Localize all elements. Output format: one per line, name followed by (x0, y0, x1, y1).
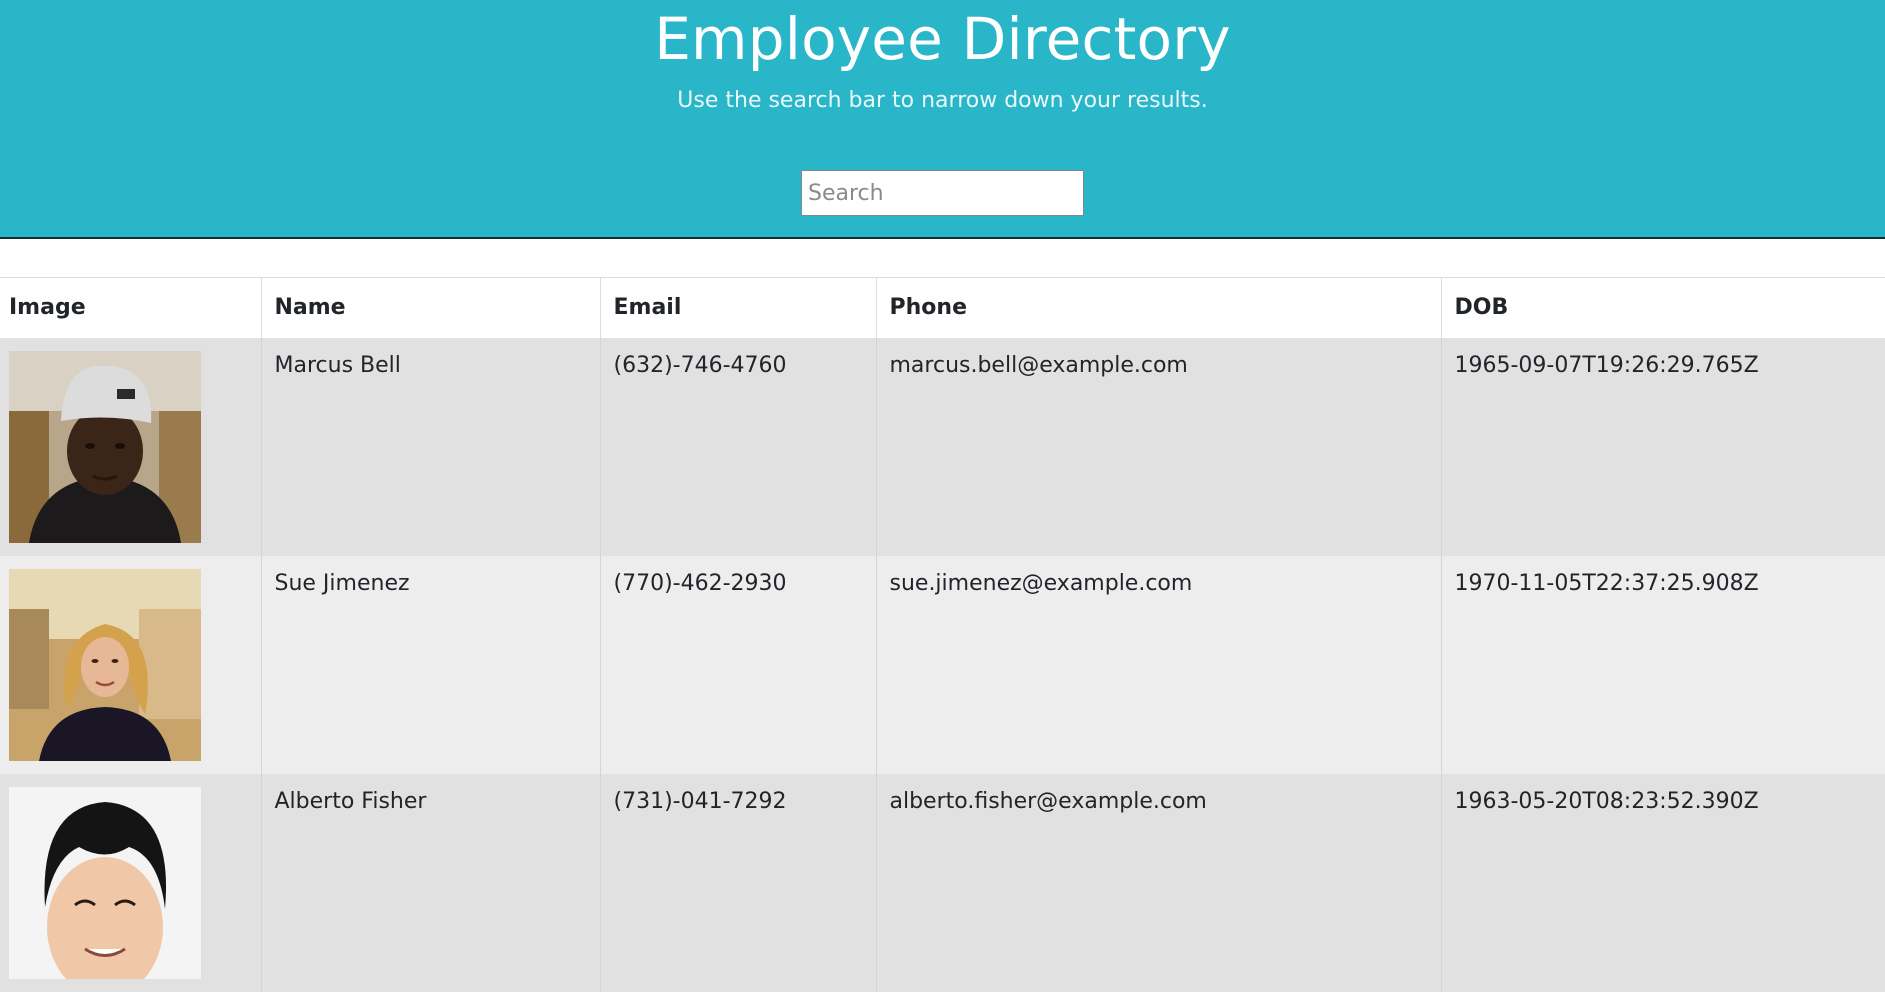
phone-cell: marcus.bell@example.com (876, 337, 1442, 556)
page-title: Employee Directory (654, 5, 1231, 73)
employee-photo (9, 350, 201, 543)
search-container (0, 170, 1885, 216)
email-cell: (632)-746-4760 (600, 337, 877, 556)
name-cell: Sue Jimenez (261, 555, 601, 774)
dob-cell: 1970-11-05T22:37:25.908Z (1441, 555, 1885, 774)
table-row: Sue Jimenez (770)-462-2930 sue.jimenez@e… (0, 555, 1885, 774)
column-header-name[interactable]: Name (261, 277, 601, 338)
table-header-row: Image Name Email Phone DOB (0, 277, 1885, 338)
column-header-phone[interactable]: Phone (876, 277, 1442, 338)
column-header-image[interactable]: Image (0, 277, 262, 338)
page-header: Employee Directory Use the search bar to… (0, 0, 1885, 239)
column-header-dob[interactable]: DOB (1441, 277, 1885, 338)
dob-cell: 1963-05-20T08:23:52.390Z (1441, 773, 1885, 992)
name-cell: Alberto Fisher (261, 773, 601, 992)
employee-photo (9, 568, 201, 761)
image-cell (0, 773, 262, 992)
phone-cell: sue.jimenez@example.com (876, 555, 1442, 774)
image-cell (0, 337, 262, 556)
name-cell: Marcus Bell (261, 337, 601, 556)
employee-photo (9, 786, 201, 979)
email-cell: (770)-462-2930 (600, 555, 877, 774)
column-header-email[interactable]: Email (600, 277, 877, 338)
table-row: Marcus Bell (632)-746-4760 marcus.bell@e… (0, 337, 1885, 556)
email-cell: (731)-041-7292 (600, 773, 877, 992)
phone-cell: alberto.fisher@example.com (876, 773, 1442, 992)
page-subtitle: Use the search bar to narrow down your r… (677, 88, 1208, 113)
search-input[interactable] (801, 170, 1084, 216)
employee-table: Image Name Email Phone DOB Marcus Bell (… (0, 277, 1885, 992)
image-cell (0, 555, 262, 774)
table-row: Alberto Fisher (731)-041-7292 alberto.fi… (0, 773, 1885, 992)
dob-cell: 1965-09-07T19:26:29.765Z (1441, 337, 1885, 556)
